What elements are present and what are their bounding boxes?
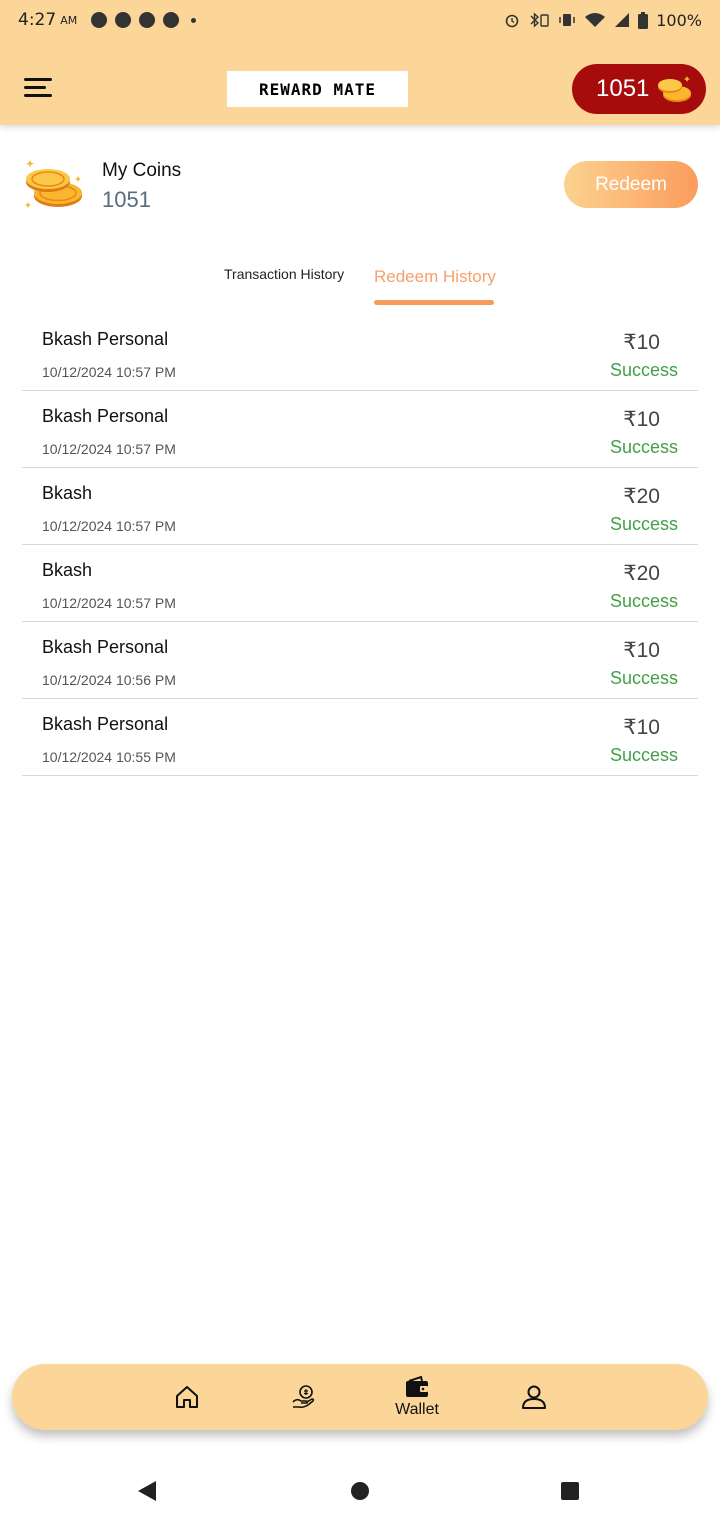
item-method: Bkash [42,560,93,580]
item-amount: ₹20 [623,485,660,508]
list-item[interactable]: Bkash Personal 10/12/2024 10:57 PM ₹10 S… [22,391,698,468]
list-item[interactable]: Bkash 10/12/2024 10:57 PM ₹20 Success [22,468,698,545]
item-date: 10/12/2024 10:55 PM [42,749,176,765]
messenger-icon [139,12,156,28]
system-nav-bar [0,1452,720,1520]
item-method: Bkash Personal [42,637,169,657]
item-date: 10/12/2024 10:57 PM [42,595,176,611]
tab-transaction-history[interactable]: Transaction History [224,266,344,282]
battery-icon [638,11,649,29]
nav-profile[interactable] [517,1364,551,1430]
item-amount: ₹10 [623,716,660,739]
item-date: 10/12/2024 10:57 PM [42,518,176,534]
coin-balance-pill[interactable]: 1051 [572,64,706,114]
item-date: 10/12/2024 10:57 PM [42,364,176,380]
tab-active-indicator [374,300,494,305]
item-date: 10/12/2024 10:57 PM [42,441,176,457]
item-amount: ₹20 [623,562,660,585]
my-coins-icon [25,160,82,208]
notification-icons [91,12,197,28]
battery-percent: 100% [656,10,702,30]
recent-apps-icon[interactable] [561,1482,579,1500]
item-amount: ₹10 [623,639,660,662]
my-coins-value: 1051 [102,187,151,212]
redeem-history-list: Bkash Personal 10/12/2024 10:57 PM ₹10 S… [22,314,698,776]
status-bar: 4:27 AM 100% [0,0,720,40]
earn-icon [292,1385,315,1409]
nav-wallet-label: Wallet [395,1401,439,1418]
app-title: REWARD MATE [259,79,376,99]
menu-icon[interactable] [24,78,52,100]
item-status: Success [609,591,678,611]
item-status: Success [609,437,678,457]
nav-earn[interactable] [287,1364,321,1430]
list-item[interactable]: Bkash Personal 10/12/2024 10:55 PM ₹10 S… [22,699,698,776]
tab-redeem-history[interactable]: Redeem History [374,267,496,287]
bluetooth-icon [530,12,549,28]
record-icon [91,12,108,28]
wallet-icon [406,1375,428,1397]
item-status: Success [609,360,678,380]
my-coins-label: My Coins [102,160,182,181]
item-method: Bkash [42,483,93,503]
app-bar: REWARD MATE 1051 [0,40,720,125]
status-time: 4:27 [18,10,57,30]
status-right: 100% [504,11,702,30]
wifi-icon [585,13,606,27]
list-item[interactable]: Bkash 10/12/2024 10:57 PM ₹20 Success [22,545,698,622]
home-circle-icon[interactable] [351,1482,369,1500]
messenger-icon [115,12,132,28]
messenger-icon [163,12,180,28]
vibrate-icon [559,14,575,26]
item-status: Success [609,514,678,534]
more-notifications-icon [191,17,197,23]
coin-balance-value: 1051 [596,75,650,102]
coins-icon [658,76,692,102]
nav-home[interactable] [170,1364,204,1430]
item-date: 10/12/2024 10:56 PM [42,672,176,688]
item-method: Bkash Personal [42,329,169,349]
profile-icon [522,1385,546,1409]
item-status: Success [609,745,678,765]
redeem-button[interactable]: Redeem [564,161,698,208]
list-item[interactable]: Bkash Personal 10/12/2024 10:56 PM ₹10 S… [22,622,698,699]
item-method: Bkash Personal [42,406,169,426]
list-item[interactable]: Bkash Personal 10/12/2024 10:57 PM ₹10 S… [22,314,698,391]
item-method: Bkash Personal [42,714,169,734]
home-icon [176,1386,198,1408]
alarm-icon [505,14,519,28]
back-icon[interactable] [138,1481,156,1501]
item-status: Success [609,668,678,688]
nav-wallet[interactable]: Wallet [384,1364,450,1430]
status-ampm: AM [60,13,78,27]
signal-icon [615,13,630,27]
app-title-box: REWARD MATE [227,71,408,107]
item-amount: ₹10 [623,331,660,354]
item-amount: ₹10 [623,408,660,431]
bottom-nav: Wallet [12,1364,708,1430]
